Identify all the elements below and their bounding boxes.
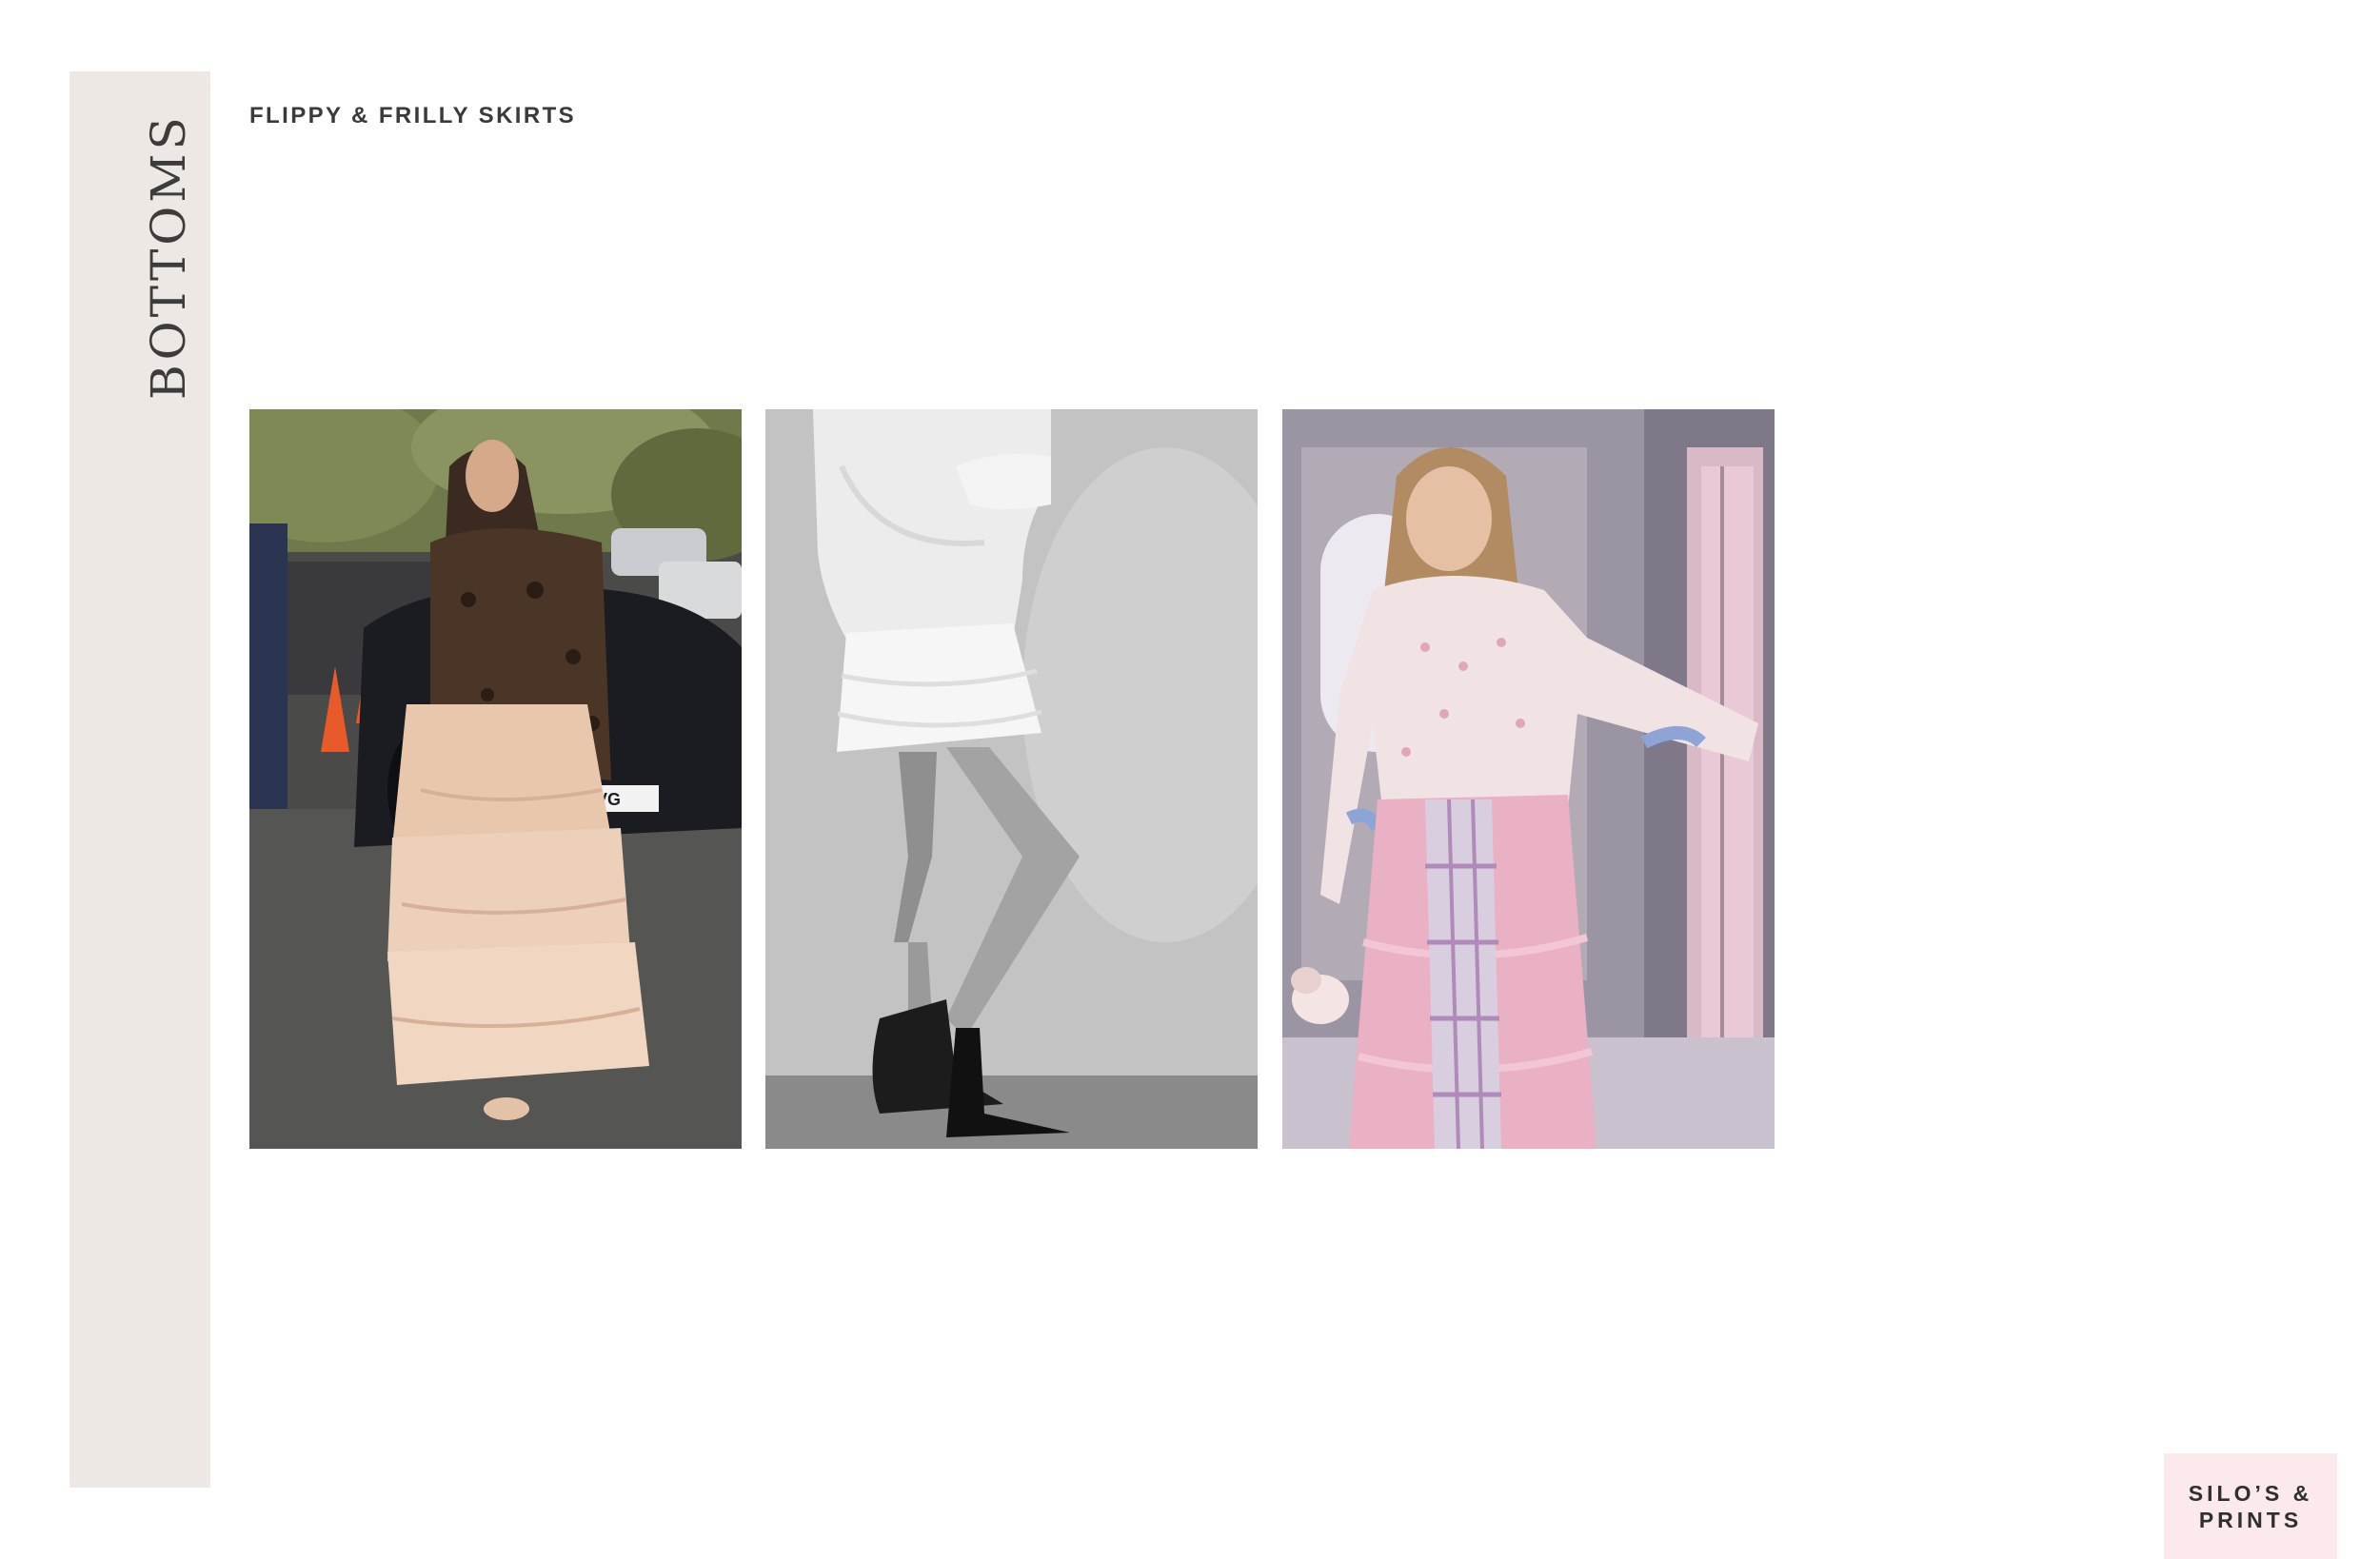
black-and-white-photo (765, 409, 1258, 1149)
section-title: FLIPPY & FRILLY SKIRTS (249, 103, 577, 128)
street-style-photo: 14-VG (249, 409, 742, 1149)
brand-name-line-2: PRINTS (2198, 1507, 2303, 1532)
category-label: BOTTOMS (141, 113, 196, 400)
brand-name-line-1: SILO’S & (2188, 1480, 2313, 1506)
brand-logo-badge: SILO’S & PRINTS (2164, 1453, 2337, 1559)
pink-skirt-photo (1282, 409, 1775, 1149)
